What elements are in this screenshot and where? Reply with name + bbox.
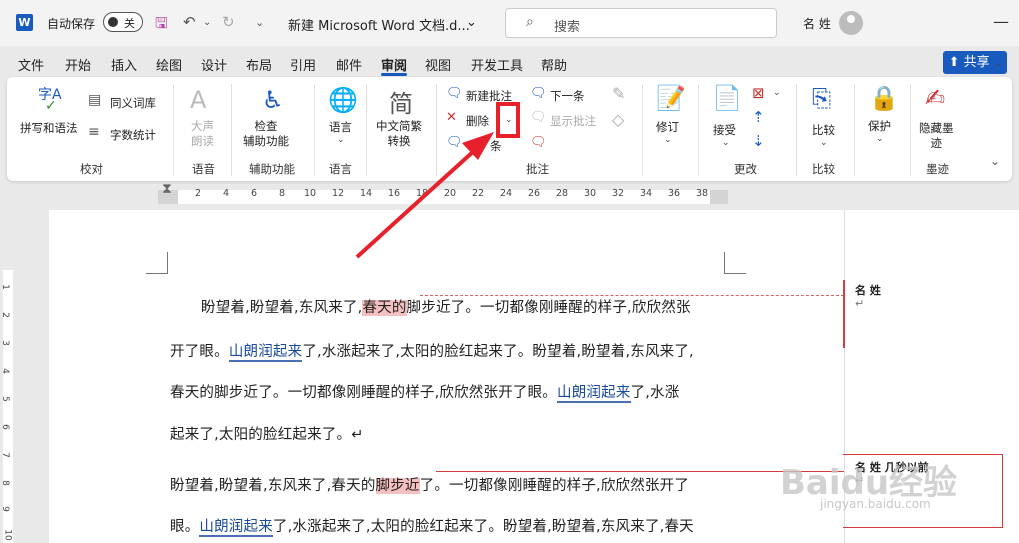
annotation-arrow xyxy=(355,132,494,259)
